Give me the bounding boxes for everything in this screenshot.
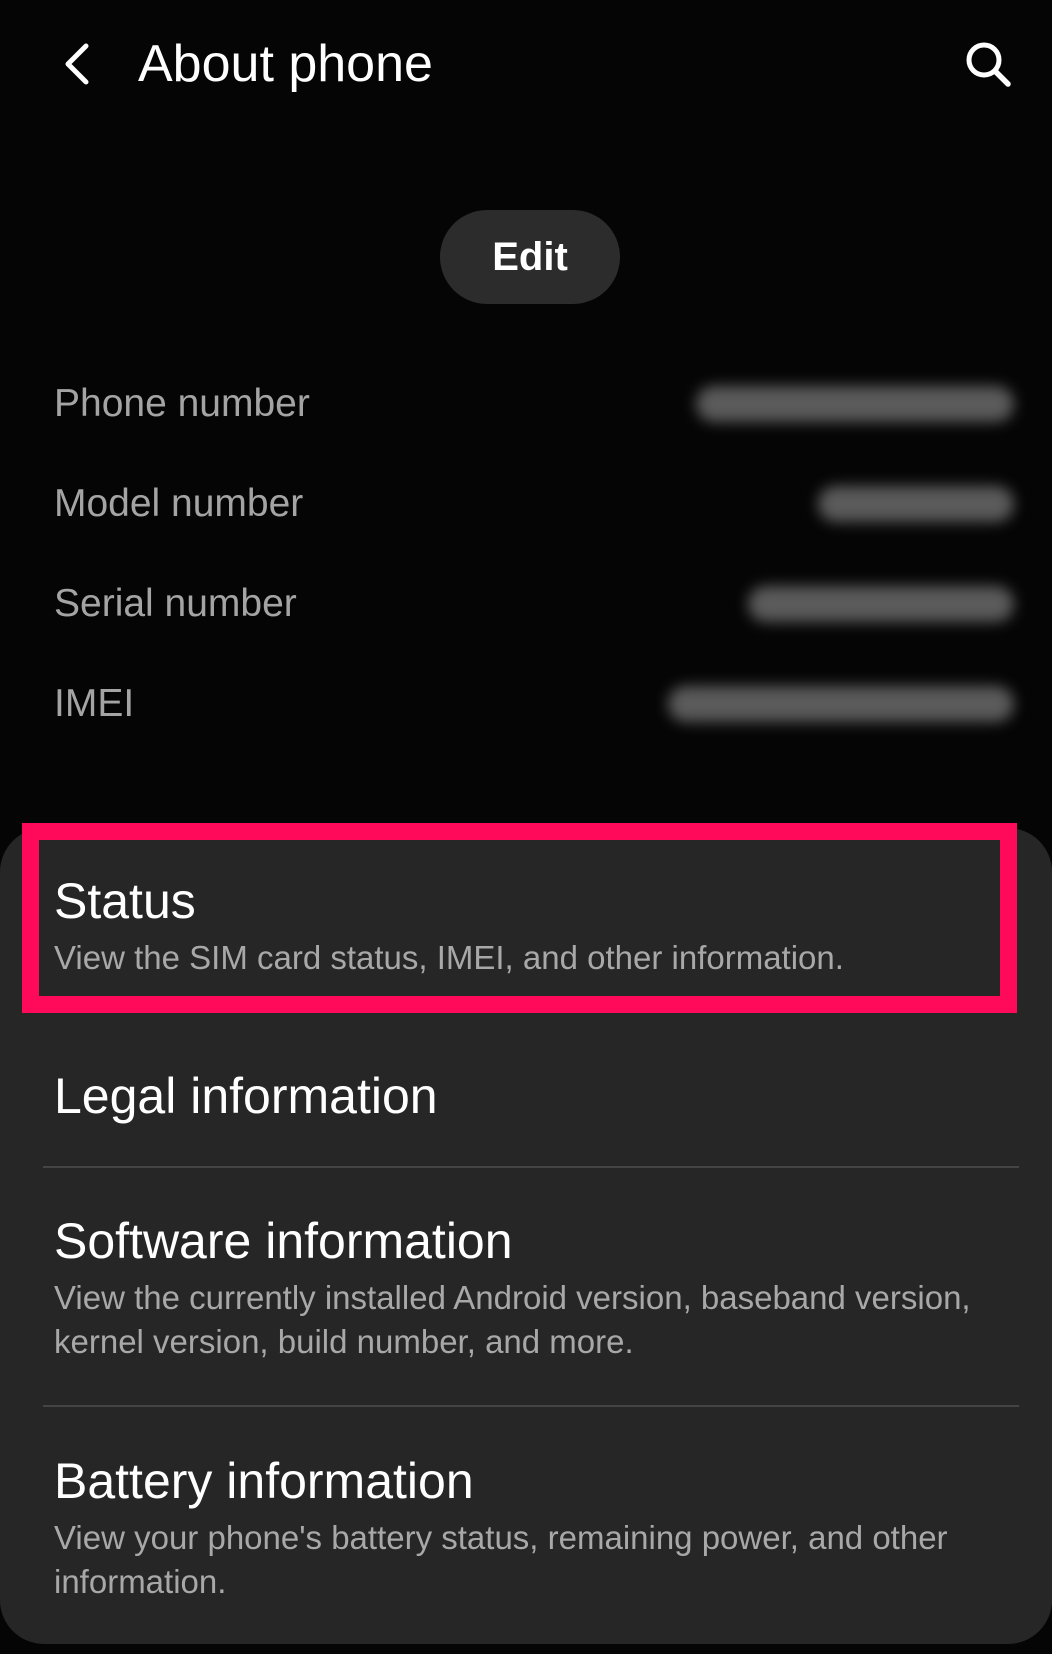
back-button[interactable] <box>48 30 104 98</box>
menu-item-legal-information[interactable]: Legal information <box>54 1065 1004 1127</box>
info-row-phone-number: Phone number <box>54 374 1014 434</box>
search-icon <box>966 42 1011 87</box>
info-value-blurred <box>668 686 1014 722</box>
top-app-bar: About phone <box>0 0 1052 130</box>
menu-item-title: Software information <box>54 1213 513 1269</box>
menu-item-description: View the SIM card status, IMEI, and othe… <box>54 939 844 976</box>
info-row-serial-number: Serial number <box>54 574 1014 634</box>
menu-item-description: View your phone's battery status, remain… <box>54 1519 948 1600</box>
edit-button[interactable]: Edit <box>440 210 620 304</box>
menu-item-description: View the currently installed Android ver… <box>54 1279 971 1360</box>
info-label: Phone number <box>54 382 310 425</box>
menu-item-title: Battery information <box>54 1453 474 1509</box>
divider <box>43 1166 1019 1168</box>
divider <box>43 1405 1019 1407</box>
info-row-model-number: Model number <box>54 474 1014 534</box>
info-value-blurred <box>818 486 1014 522</box>
search-button[interactable] <box>954 30 1022 98</box>
info-label: Serial number <box>54 582 297 625</box>
info-row-imei: IMEI <box>54 674 1014 734</box>
menu-item-title: Status <box>54 873 196 929</box>
info-value-blurred <box>748 586 1014 622</box>
menu-item-battery-information[interactable]: Battery information View your phone's ba… <box>54 1450 1004 1604</box>
info-label: Model number <box>54 482 304 525</box>
info-value-blurred <box>696 386 1014 422</box>
menu-item-title: Legal information <box>54 1068 438 1124</box>
chevron-left-icon <box>65 43 89 85</box>
page-title: About phone <box>138 35 433 93</box>
menu-item-software-information[interactable]: Software information View the currently … <box>54 1210 1004 1364</box>
info-label: IMEI <box>54 682 135 725</box>
menu-item-status[interactable]: Status View the SIM card status, IMEI, a… <box>54 870 1004 980</box>
